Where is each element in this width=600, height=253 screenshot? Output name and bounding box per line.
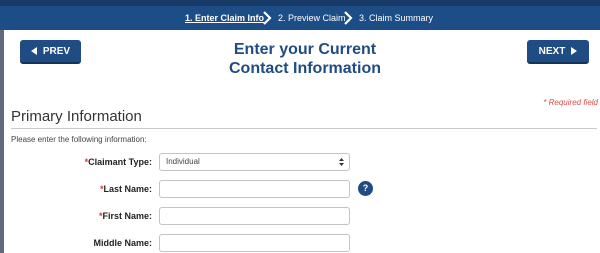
last-name-label: *Last Name: [60, 184, 152, 194]
middle-name-input[interactable] [159, 234, 350, 252]
first-name-label-text: First Name: [102, 211, 152, 221]
last-name-label-text: Last Name: [103, 184, 152, 194]
first-name-label: *First Name: [60, 211, 152, 221]
first-name-input[interactable] [159, 207, 350, 225]
claimant-type-label-text: Claimant Type: [88, 157, 152, 167]
chevron-right-icon [263, 11, 272, 25]
prev-button-label: PREV [42, 45, 71, 57]
prev-button[interactable]: PREV [20, 40, 81, 64]
section-divider [11, 128, 597, 129]
required-field-note: * Required field [543, 98, 598, 107]
next-button-label: NEXT [538, 45, 566, 57]
section-instruction: Please enter the following information: [11, 135, 147, 144]
triangle-right-icon [571, 47, 578, 55]
page-title: Enter your Current Contact Information [200, 40, 410, 78]
middle-name-label-text: Middle Name: [93, 238, 152, 248]
page-title-line-1: Enter your Current [233, 41, 377, 58]
progress-steps-bar: 1. Enter Claim Info 2. Preview Claim 3. … [0, 6, 600, 30]
last-name-input[interactable] [159, 180, 350, 198]
triangle-left-icon [30, 47, 37, 55]
section-title: Primary Information [11, 108, 142, 125]
chevron-right-icon [344, 11, 353, 25]
select-updown-icon [339, 158, 344, 166]
step-enter-claim-info[interactable]: 1. Enter Claim Info [185, 13, 264, 23]
claimant-type-label: *Claimant Type: [60, 157, 152, 167]
claimant-type-select[interactable]: Individual [159, 153, 350, 171]
page-title-line-2: Contact Information [229, 60, 381, 77]
middle-name-label: Middle Name: [60, 238, 152, 248]
help-icon[interactable]: ? [358, 181, 373, 196]
left-edge-border [0, 30, 4, 253]
step-preview-claim: 2. Preview Claim [278, 13, 346, 23]
step-claim-summary: 3. Claim Summary [359, 13, 434, 23]
claimant-type-value: Individual [166, 157, 200, 166]
next-button[interactable]: NEXT [527, 40, 589, 64]
